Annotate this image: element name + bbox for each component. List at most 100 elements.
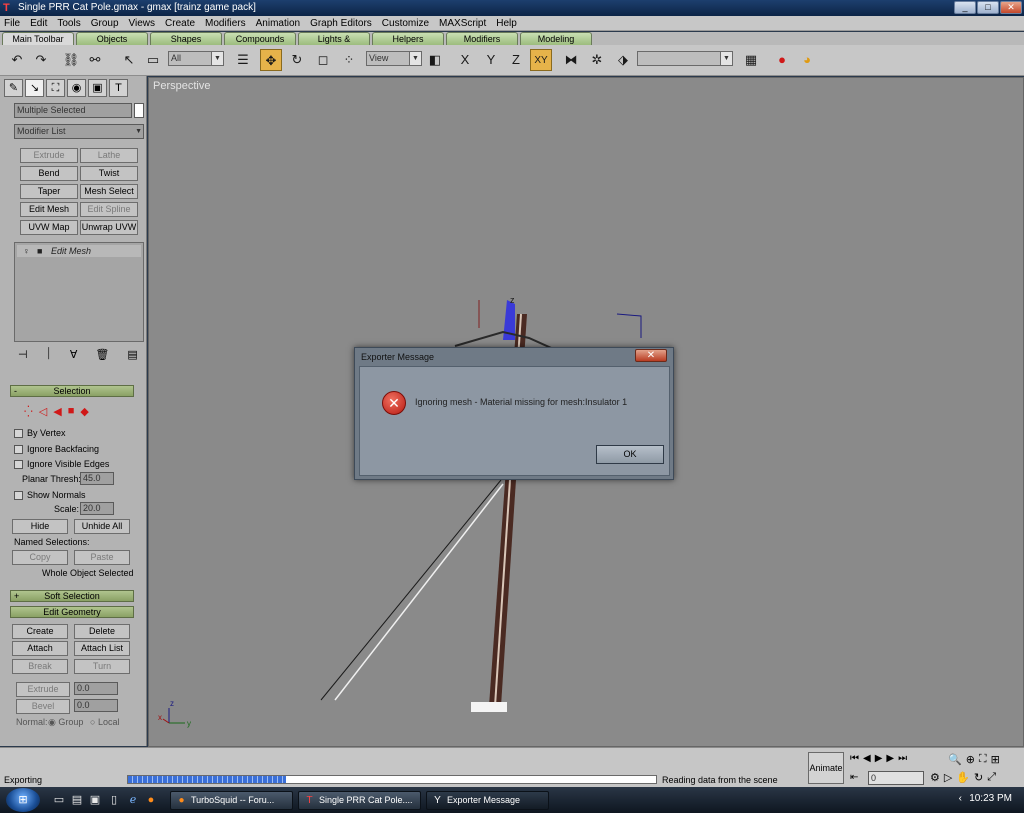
polygon-level-icon[interactable]: ■ — [68, 405, 75, 418]
maximize-viewport-icon[interactable]: ⤢ — [987, 771, 996, 784]
light-bulb-icon[interactable]: ♀ — [23, 245, 30, 257]
create-panel-icon[interactable]: ✎ — [4, 79, 23, 97]
menu-views[interactable]: Views — [129, 18, 156, 29]
undo-icon[interactable]: ↶ — [6, 49, 28, 71]
hide-button[interactable]: Hide — [12, 519, 68, 534]
menu-animation[interactable]: Animation — [256, 18, 300, 29]
element-level-icon[interactable]: ◆ — [80, 405, 88, 418]
selection-rollout-header[interactable]: - Selection — [10, 385, 134, 397]
configure-sets-icon[interactable]: ▤ — [127, 348, 137, 361]
unhide-all-button[interactable]: Unhide All — [74, 519, 130, 534]
normal-group-radio[interactable]: ◉ Group — [48, 717, 83, 728]
paste-button[interactable]: Paste — [74, 550, 130, 565]
modifier-mesh-select-button[interactable]: Mesh Select — [80, 184, 138, 199]
hierarchy-panel-icon[interactable]: ⛶ — [46, 79, 65, 97]
menu-help[interactable]: Help — [496, 18, 517, 29]
key-mode-icon[interactable]: ⇤ — [850, 772, 858, 783]
copy-button[interactable]: Copy — [12, 550, 68, 565]
time-config-icon[interactable]: ⚙ — [930, 771, 940, 784]
zoom-extents-icon[interactable]: ⛶ — [979, 753, 987, 766]
play-icon[interactable]: ▶ — [875, 753, 883, 764]
modifier-twist-button[interactable]: Twist — [80, 166, 138, 181]
pin-stack-icon[interactable]: ⊣ — [18, 348, 28, 361]
firefox-icon[interactable]: ● — [144, 793, 158, 807]
attach-list-button[interactable]: Attach List — [74, 641, 130, 656]
tab-objects[interactable]: Objects — [76, 32, 148, 45]
taskbar-exporter-window[interactable]: Y Exporter Message — [426, 791, 549, 810]
create-button[interactable]: Create — [12, 624, 68, 639]
zoom-all-icon[interactable]: ⊕ — [966, 753, 975, 766]
show-normals-checkbox[interactable]: Show Normals — [14, 489, 86, 501]
modify-panel-icon[interactable]: ↘ — [25, 79, 44, 97]
menu-file[interactable]: File — [4, 18, 20, 29]
modifier-lathe-button[interactable]: Lathe — [80, 148, 138, 163]
by-vertex-checkbox[interactable]: By Vertex — [14, 427, 66, 439]
menu-create[interactable]: Create — [165, 18, 195, 29]
turn-button[interactable]: Turn — [74, 659, 130, 674]
pivot-center-icon[interactable]: ◧ — [424, 49, 446, 71]
close-button[interactable]: ✕ — [1000, 1, 1022, 14]
extrude-amount-input[interactable]: 0.0 — [74, 682, 118, 695]
reference-coord-dropdown[interactable]: View ▼ — [366, 51, 422, 66]
axis-z-button[interactable]: Z — [505, 49, 527, 71]
modifier-taper-button[interactable]: Taper — [20, 184, 78, 199]
redo-icon[interactable]: ↷ — [30, 49, 52, 71]
modifier-bend-button[interactable]: Bend — [20, 166, 78, 181]
tab-modeling[interactable]: Modeling — [520, 32, 592, 45]
ignore-backfacing-checkbox[interactable]: Ignore Backfacing — [14, 443, 99, 455]
modifier-extrude-button[interactable]: Extrude — [20, 148, 78, 163]
render-icon[interactable]: ◕ — [796, 49, 818, 71]
select-by-name-icon[interactable]: ☰ — [232, 49, 254, 71]
field-of-view-icon[interactable]: ▷ — [944, 771, 952, 784]
edit-geometry-rollout-header[interactable]: Edit Geometry — [10, 606, 134, 618]
bevel-amount-input[interactable]: 0.0 — [74, 699, 118, 712]
taskbar-firefox-window[interactable]: ● TurboSquid -- Foru... — [170, 791, 293, 810]
move-icon[interactable]: ✥ — [260, 49, 282, 71]
stack-item-edit-mesh[interactable]: ♀ ■ Edit Mesh — [17, 245, 141, 257]
select-link-icon[interactable]: ⛓ — [60, 49, 82, 71]
modifier-edit-mesh-button[interactable]: Edit Mesh — [20, 202, 78, 217]
arc-rotate-icon[interactable]: ↻ — [974, 771, 983, 784]
object-name-field[interactable]: Multiple Selected — [14, 103, 132, 118]
tab-lights-cameras[interactable]: Lights & Cameras — [298, 32, 370, 56]
vertex-level-icon[interactable]: ⁛ — [24, 405, 33, 418]
internet-explorer-icon[interactable]: ℯ — [126, 793, 140, 807]
tray-expand-icon[interactable]: ‹ — [959, 793, 962, 804]
display-panel-icon[interactable]: ▣ — [88, 79, 107, 97]
mirror-icon[interactable]: ⧓ — [560, 49, 582, 71]
tab-helpers[interactable]: Helpers — [372, 32, 444, 45]
menu-edit[interactable]: Edit — [30, 18, 47, 29]
zoom-icon[interactable]: 🔍 — [948, 753, 962, 766]
next-frame-icon[interactable]: ▶ — [886, 753, 894, 764]
start-button[interactable]: ⊞ — [6, 788, 40, 812]
select-object-icon[interactable]: ↖ — [118, 49, 140, 71]
menu-customize[interactable]: Customize — [382, 18, 429, 29]
menu-graph-editors[interactable]: Graph Editors — [310, 18, 372, 29]
material-editor-icon[interactable]: ● — [771, 49, 793, 71]
utilities-panel-icon[interactable]: T — [109, 79, 128, 97]
modifier-edit-spline-button[interactable]: Edit Spline — [80, 202, 138, 217]
maximize-button[interactable]: □ — [977, 1, 999, 14]
frame-number-input[interactable]: 0 — [868, 771, 924, 785]
show-end-result-icon[interactable]: ⏐ — [46, 348, 52, 361]
pivot-icon[interactable]: ⁘ — [338, 49, 360, 71]
menu-maxscript[interactable]: MAXScript — [439, 18, 486, 29]
named-selection-dropdown[interactable]: ▼ — [637, 51, 733, 66]
tab-modifiers[interactable]: Modifiers — [446, 32, 518, 45]
show-desktop-icon[interactable]: ▭ — [52, 793, 66, 807]
break-button[interactable]: Break — [12, 659, 68, 674]
region-select-icon[interactable]: ▭ — [142, 49, 164, 71]
align-icon[interactable]: ✲ — [586, 49, 608, 71]
minimize-button[interactable]: _ — [954, 1, 976, 14]
go-to-end-icon[interactable]: ⏭ — [898, 753, 907, 764]
animate-button[interactable]: Animate — [808, 752, 844, 784]
selection-filter-dropdown[interactable]: All ▼ — [168, 51, 224, 66]
modifier-uvw-map-button[interactable]: UVW Map — [20, 220, 78, 235]
axis-xy-button[interactable]: XY — [530, 49, 552, 71]
face-level-icon[interactable]: ◀ — [53, 405, 61, 418]
tab-main-toolbar[interactable]: Main Toolbar — [2, 32, 74, 45]
menu-group[interactable]: Group — [91, 18, 119, 29]
named-sets-icon[interactable]: ⬗ — [612, 49, 634, 71]
expand-icon[interactable]: ■ — [37, 245, 42, 257]
axis-x-button[interactable]: X — [454, 49, 476, 71]
